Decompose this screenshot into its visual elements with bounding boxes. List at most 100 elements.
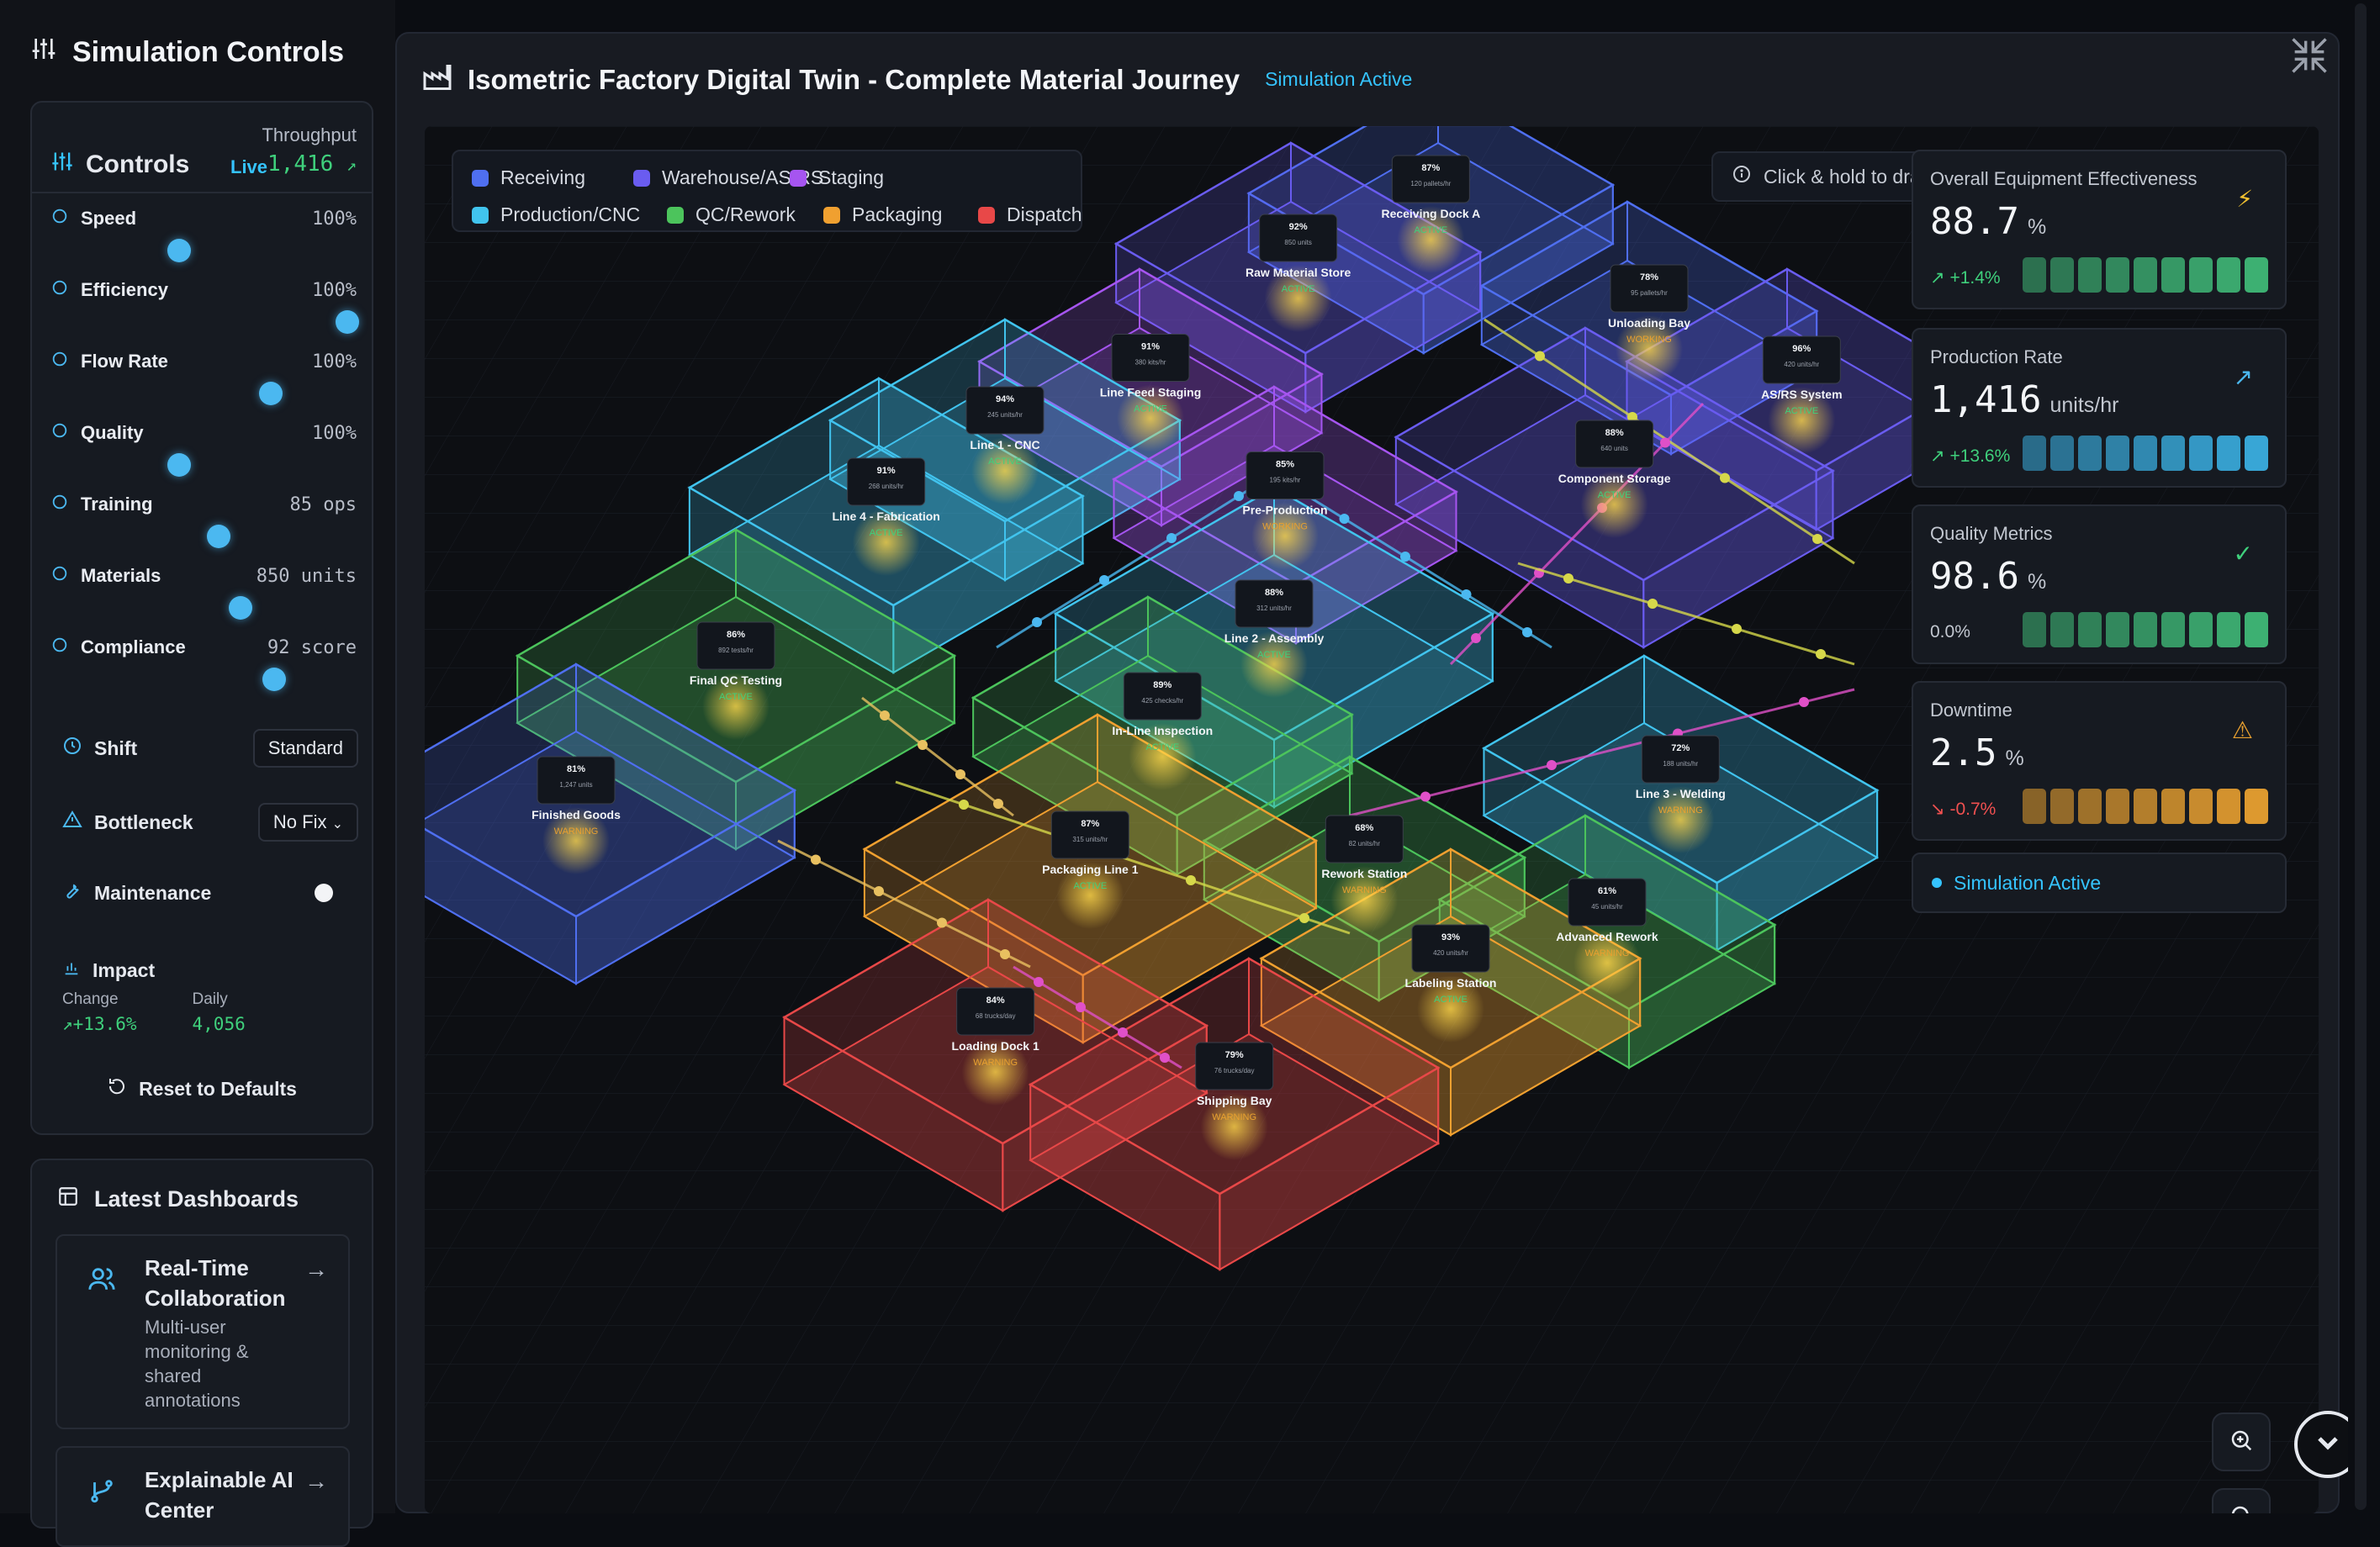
wrench-icon — [62, 880, 82, 905]
reset-button[interactable]: Reset to Defaults — [32, 1076, 372, 1101]
zone-label[interactable]: 96% 420 units/hr AS/RS System ACTIVE — [1761, 335, 1843, 454]
zone-util: 68% — [1355, 823, 1373, 833]
zone-label[interactable]: 78% 95 pallets/hr Unloading Bay WORKING — [1608, 264, 1690, 383]
slider-knob[interactable] — [207, 525, 231, 548]
zone-sub: 245 units/hr — [987, 411, 1023, 419]
zone-state: ACTIVE — [1785, 406, 1818, 416]
material-token — [1799, 697, 1809, 707]
zoom-out-button[interactable] — [2212, 1488, 2271, 1513]
maintenance-row: Maintenance — [62, 874, 358, 911]
warning-icon: ⚠ — [2231, 717, 2253, 743]
scrollbar-thumb[interactable] — [2355, 3, 2367, 1510]
spark-bar — [2050, 257, 2074, 293]
zone-util: 87% — [1421, 163, 1440, 173]
slider-speed: Speed 100% — [50, 207, 357, 266]
slider-track[interactable] — [50, 378, 357, 407]
legend-label: Receiving — [500, 166, 585, 188]
maintenance-label: Maintenance — [94, 881, 212, 904]
zone-state: ACTIVE — [1145, 742, 1179, 752]
legend-item[interactable]: Production/CNC — [472, 203, 640, 226]
legend-item[interactable]: QC/Rework — [667, 203, 796, 226]
kpi-label: Overall Equipment Effectiveness — [1930, 168, 2198, 189]
zone-state: WARNING — [554, 826, 599, 837]
throughput-value: 1,416 ↗ — [267, 151, 357, 177]
slider-knob[interactable] — [167, 239, 191, 262]
slider-knob[interactable] — [262, 668, 286, 691]
slider-knob[interactable] — [167, 453, 191, 477]
slider-knob[interactable] — [259, 382, 283, 405]
zone-name: Line 1 - CNC — [970, 438, 1039, 451]
zone-util: 88% — [1605, 428, 1624, 438]
slider-track[interactable] — [50, 235, 357, 264]
scrollbar[interactable] — [2348, 0, 2380, 1513]
material-token — [1732, 624, 1742, 634]
impact-daily-value: 4,056 — [192, 1014, 246, 1034]
kpi-oee: Overall Equipment Effectiveness ⚡ 88.7% … — [1912, 150, 2287, 309]
zone-name: AS/RS System — [1761, 388, 1842, 401]
dashboard-card-explainable-ai[interactable]: → Explainable AI Center — [56, 1446, 350, 1547]
slider-materials: Materials 850 units — [50, 564, 357, 623]
legend-item[interactable]: Staging — [790, 166, 884, 189]
controls-title: Controls — [86, 150, 190, 178]
zone-name: Line 3 - Welding — [1636, 787, 1726, 800]
legend-swatch — [472, 206, 489, 224]
material-token — [880, 710, 890, 721]
legend-label: Packaging — [852, 203, 943, 225]
shift-label: Shift — [94, 737, 138, 759]
legend-swatch — [472, 169, 489, 187]
zone-state: ACTIVE — [988, 457, 1022, 467]
gauge-icon — [50, 207, 69, 230]
kpi-sparkbars — [2023, 436, 2268, 471]
latest-dashboards-panel: Latest Dashboards → Real-Time Collaborat… — [30, 1159, 373, 1547]
zone-name: Loading Dock 1 — [952, 1039, 1039, 1053]
zoom-in-icon — [2229, 1428, 2254, 1457]
zone-util: 72% — [1671, 743, 1690, 753]
material-token — [993, 799, 1003, 809]
bottleneck-select[interactable]: No Fix ⌄ — [257, 803, 358, 842]
main-panel: Isometric Factory Digital Twin - Complet… — [395, 32, 2340, 1513]
shield-icon — [50, 421, 69, 445]
maintenance-toggle[interactable] — [315, 884, 333, 902]
kpi-label: Quality Metrics — [1930, 523, 2053, 544]
spark-bar — [2134, 257, 2157, 293]
shift-row: Shift Standard — [62, 729, 358, 768]
slider-track[interactable] — [50, 521, 357, 550]
slider-track[interactable] — [50, 664, 357, 693]
zone-state: WARNING — [973, 1058, 1018, 1068]
zone-util: 91% — [877, 466, 896, 476]
material-token — [1563, 573, 1573, 583]
zone-util: 88% — [1265, 588, 1283, 598]
material-token — [1461, 589, 1472, 599]
spark-bar — [2106, 789, 2129, 824]
minimize-icon[interactable] — [2287, 34, 2331, 82]
legend-item[interactable]: Receiving — [472, 166, 585, 189]
legend-swatch — [823, 206, 840, 224]
spark-bar — [2217, 436, 2240, 471]
dashboard-desc: Multi-user monitoring & shared annotatio… — [145, 1317, 249, 1411]
spark-bar — [2161, 789, 2185, 824]
slider-knob[interactable] — [336, 310, 360, 334]
simulation-active-indicator: Simulation Active — [1912, 853, 2287, 913]
spark-bar — [2217, 789, 2240, 824]
legend-item[interactable]: Dispatch — [978, 203, 1082, 226]
check-circle-icon — [50, 636, 69, 659]
dashboard-card-collaboration[interactable]: → Real-Time Collaboration Multi-user mon… — [56, 1234, 350, 1429]
slider-knob[interactable] — [228, 596, 252, 620]
slider-track[interactable] — [50, 450, 357, 478]
spark-bar — [2161, 612, 2185, 647]
slider-track[interactable] — [50, 307, 360, 335]
shift-select[interactable]: Standard — [252, 729, 358, 768]
zoom-in-button[interactable] — [2212, 1412, 2271, 1471]
zone-util: 92% — [1289, 222, 1308, 232]
kpi-value: 1,416 units/hr — [1930, 378, 2119, 421]
zone-sub: 68 trucks/day — [976, 1012, 1016, 1020]
legend-item[interactable]: Packaging — [823, 203, 942, 226]
zone-label[interactable]: 79% 76 trucks/day Shipping Bay WARNING — [1195, 1042, 1274, 1160]
zone-label[interactable]: 94% 245 units/hr Line 1 - CNC ACTIVE — [965, 386, 1045, 504]
zone-sub: 195 kits/hr — [1270, 477, 1301, 484]
zone-name: Shipping Bay — [1197, 1094, 1272, 1107]
sidebar-title: Simulation Controls — [30, 35, 344, 70]
zone-util: 84% — [986, 995, 1005, 1006]
slider-track[interactable] — [50, 593, 357, 621]
factory-scene[interactable]: 87% 120 pallets/hr Receiving Dock A ACTIVE 7… — [425, 126, 2319, 1513]
